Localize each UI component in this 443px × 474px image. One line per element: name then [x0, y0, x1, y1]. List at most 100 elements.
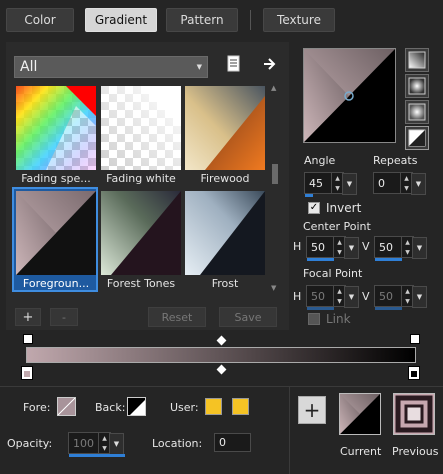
add-preset-button[interactable]: +: [15, 308, 41, 326]
tab-color[interactable]: Color: [6, 8, 74, 32]
scroll-up-icon[interactable]: ▲: [271, 84, 276, 92]
gradient-bar[interactable]: [26, 347, 416, 363]
opacity-midpoint-marker[interactable]: [216, 335, 227, 346]
center-v-field[interactable]: 50 ▲ ▼ ▼: [374, 236, 427, 261]
preset-thumbnail: [185, 191, 265, 275]
back-color-swatch[interactable]: [127, 397, 146, 416]
category-dropdown[interactable]: All ▼: [14, 56, 208, 78]
center-point-label: Center Point: [303, 220, 371, 233]
remove-preset-button[interactable]: -: [50, 308, 78, 326]
back-label: Back:: [95, 401, 126, 414]
location-value: 0: [219, 436, 226, 449]
location-field[interactable]: 0: [214, 433, 251, 452]
angle-field[interactable]: 45 ▲ ▼ ▼: [304, 172, 357, 197]
preset-label: Forest Tones: [106, 277, 176, 290]
center-v-slider-bar[interactable]: [375, 258, 402, 261]
repeats-field[interactable]: 0 ▲ ▼ ▼: [373, 172, 426, 195]
chevron-down-icon[interactable]: ▼: [109, 433, 124, 455]
scrollbar-thumb[interactable]: [272, 164, 278, 184]
sunburst-style-button[interactable]: [405, 100, 429, 124]
center-v-value: 50: [379, 240, 393, 254]
tab-divider: [250, 10, 251, 30]
focal-h-value: 50: [311, 289, 325, 303]
preset-fading-white[interactable]: Fading white: [101, 86, 181, 185]
user-color-swatch-2[interactable]: [232, 398, 249, 415]
color-stop-swatch: [24, 371, 30, 377]
chevron-down-icon[interactable]: ▼: [344, 286, 359, 308]
arrow-right-icon[interactable]: [262, 56, 278, 72]
center-h-slider-bar[interactable]: [307, 258, 334, 261]
preset-list-icon[interactable]: [226, 55, 242, 74]
chevron-down-icon[interactable]: ▼: [342, 173, 357, 195]
divider: [289, 386, 290, 474]
focal-v-value: 50: [379, 289, 393, 303]
center-h-label: H: [293, 240, 302, 253]
opacity-value: 100: [73, 436, 94, 450]
link-label: Link: [326, 312, 351, 326]
color-stop-right[interactable]: [408, 366, 420, 380]
preset-scrollbar[interactable]: ▲ ▼: [269, 84, 281, 292]
opacity-field[interactable]: 100 ▲ ▼ ▼: [68, 432, 125, 457]
repeats-value: 0: [378, 176, 385, 190]
preset-label: Foregroun...: [22, 277, 90, 290]
focal-h-field[interactable]: 50 ▲ ▼ ▼: [306, 285, 359, 310]
focal-h-slider-bar[interactable]: [307, 307, 334, 310]
preset-label: Fading spe...: [21, 172, 91, 185]
center-h-value: 50: [311, 240, 325, 254]
preset-label: Fading white: [106, 172, 176, 185]
chevron-down-icon[interactable]: ▼: [344, 237, 359, 259]
fore-color-swatch[interactable]: [57, 397, 76, 416]
chevron-down-icon[interactable]: ▼: [411, 173, 426, 195]
category-value: All: [20, 59, 38, 75]
user-color-swatch-1[interactable]: [205, 398, 222, 415]
user-label: User:: [170, 401, 199, 414]
angle-value: 45: [309, 176, 323, 190]
focal-v-slider-bar[interactable]: [375, 307, 402, 310]
preset-thumbnail: [16, 86, 96, 170]
focal-h-label: H: [293, 290, 302, 303]
linear-style-button[interactable]: [405, 48, 429, 72]
reset-button[interactable]: Reset: [148, 307, 206, 327]
gradient-preview-image: [304, 49, 395, 142]
color-stop-swatch: [411, 371, 417, 377]
center-v-label: V: [362, 240, 370, 253]
tab-texture[interactable]: Texture: [263, 8, 335, 32]
location-label: Location:: [152, 437, 203, 450]
previous-gradient-swatch[interactable]: [393, 393, 435, 435]
chevron-down-icon[interactable]: ▼: [412, 237, 427, 259]
chevron-down-icon: ▼: [196, 63, 202, 71]
rectangular-style-button[interactable]: [405, 74, 429, 98]
invert-label: Invert: [326, 201, 362, 215]
preset-forest-tones[interactable]: Forest Tones: [101, 191, 181, 290]
invert-checkbox[interactable]: ✓: [308, 202, 320, 214]
chevron-down-icon[interactable]: ▼: [412, 286, 427, 308]
preset-label: Firewood: [200, 172, 250, 185]
save-button[interactable]: Save: [219, 307, 277, 327]
center-h-field[interactable]: 50 ▲ ▼ ▼: [306, 236, 359, 261]
angle-slider-bar[interactable]: [305, 194, 313, 197]
opacity-slider-bar[interactable]: [69, 454, 125, 457]
focal-v-label: V: [362, 290, 370, 303]
preset-fading-spectrum[interactable]: Fading spe...: [16, 86, 96, 185]
preset-thumbnail: [16, 191, 96, 275]
tab-pattern[interactable]: Pattern: [166, 8, 238, 32]
scroll-down-icon[interactable]: ▼: [271, 284, 276, 292]
tab-gradient[interactable]: Gradient: [85, 8, 157, 32]
add-to-presets-button[interactable]: +: [298, 396, 326, 424]
opacity-stop-right[interactable]: [410, 334, 420, 344]
preset-thumbnail: [185, 86, 265, 170]
color-midpoint-marker[interactable]: [216, 364, 227, 375]
gradient-preview[interactable]: [303, 48, 396, 143]
preset-foreground-background[interactable]: Foregroun...: [16, 191, 96, 290]
current-gradient-swatch[interactable]: [339, 393, 381, 435]
opacity-stop-left[interactable]: [23, 334, 33, 344]
preset-thumbnail: [101, 86, 181, 170]
focal-v-field[interactable]: 50 ▲ ▼ ▼: [374, 285, 427, 310]
current-label: Current: [340, 445, 382, 458]
link-checkbox[interactable]: [308, 313, 320, 325]
preset-firewood[interactable]: Firewood: [185, 86, 265, 185]
preset-frost[interactable]: Frost: [185, 191, 265, 290]
color-stop-left[interactable]: [21, 366, 33, 380]
radial-style-button[interactable]: [405, 126, 429, 150]
divider: [0, 386, 443, 387]
